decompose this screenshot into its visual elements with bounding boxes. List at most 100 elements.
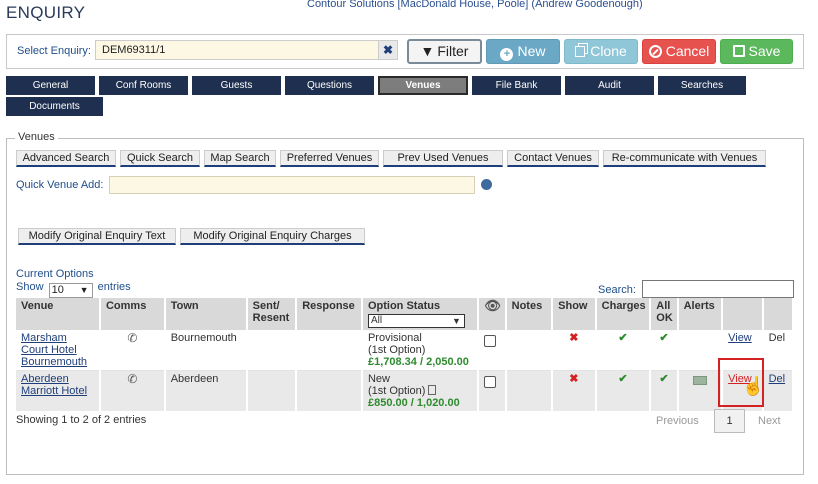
- town-cell: Aberdeen: [164, 370, 248, 411]
- visibility-checkbox[interactable]: [484, 335, 497, 347]
- previous-page-button[interactable]: Previous: [656, 415, 699, 427]
- tab-general[interactable]: General: [6, 76, 95, 95]
- price-text: £850.00 / 1,020.00: [367, 397, 460, 409]
- delete-link[interactable]: Del: [769, 373, 786, 385]
- col-town[interactable]: Town: [164, 298, 248, 330]
- col-sent[interactable]: Sent/ Resent: [246, 298, 298, 330]
- col-alerts[interactable]: Alerts: [677, 298, 724, 330]
- col-show[interactable]: Show: [552, 298, 597, 330]
- quick-venue-add-input[interactable]: [109, 176, 475, 194]
- tab-conf-rooms[interactable]: Conf Rooms: [99, 76, 188, 95]
- chevron-down-icon: ▼: [79, 285, 89, 295]
- status-filter-select[interactable]: All ▼: [367, 314, 465, 328]
- document-icon[interactable]: [428, 385, 437, 395]
- map-search-button[interactable]: Map Search: [204, 150, 276, 167]
- col-response[interactable]: Response: [296, 298, 363, 330]
- check-icon: ✔: [595, 370, 652, 411]
- advanced-search-button[interactable]: Advanced Search: [16, 150, 116, 167]
- option-status-cell: Provisional (1st Option) £1,708.34 / 2,0…: [361, 330, 480, 371]
- tab-audit[interactable]: Audit: [565, 76, 654, 95]
- new-label: New: [517, 43, 546, 59]
- notes-cell: [505, 330, 554, 371]
- cancel-button[interactable]: Cancel: [642, 39, 716, 64]
- delete-link[interactable]: Del: [769, 332, 786, 344]
- option-status-cell: New (1st Option) £850.00 / 1,020.00: [361, 370, 480, 411]
- tab-file-bank[interactable]: File Bank: [472, 76, 561, 95]
- search-label: Search:: [598, 284, 636, 296]
- new-button[interactable]: + New: [486, 39, 560, 64]
- page-title: ENQUIRY: [6, 3, 86, 22]
- table-header: Venue Comms Town Sent/ Resent Response O…: [16, 298, 795, 330]
- town-cell: Bournemouth: [164, 330, 248, 371]
- venue-link[interactable]: Aberdeen Marriott Hotel: [21, 373, 87, 397]
- option-text: (1st Option): [367, 344, 426, 356]
- chevron-down-icon: ▼: [452, 316, 461, 326]
- save-button[interactable]: Save: [720, 39, 793, 64]
- col-comms[interactable]: Comms: [99, 298, 166, 330]
- save-label: Save: [748, 43, 781, 59]
- tab-guests[interactable]: Guests: [192, 76, 281, 95]
- save-icon: [732, 45, 745, 57]
- notes-cell: [505, 370, 554, 411]
- col-venue[interactable]: Venue: [16, 298, 101, 330]
- quick-venue-add-label: Quick Venue Add:: [16, 179, 104, 191]
- close-icon[interactable]: ✖: [378, 40, 398, 60]
- tab-questions[interactable]: Questions: [285, 76, 374, 95]
- cross-icon: ✖: [552, 370, 597, 411]
- filter-icon: ▼: [420, 43, 435, 59]
- col-all-ok[interactable]: All OK: [650, 298, 679, 330]
- col-charges[interactable]: Charges: [595, 298, 652, 330]
- recommunicate-venues-button[interactable]: Re-communicate with Venues: [603, 150, 766, 167]
- visibility-checkbox[interactable]: [484, 376, 497, 388]
- quick-search-button[interactable]: Quick Search: [120, 150, 200, 167]
- table-row: Aberdeen Marriott Hotel ✆ Aberdeen New (…: [16, 370, 795, 411]
- filter-label: Filter: [437, 43, 469, 59]
- show-label: Show: [16, 281, 44, 293]
- preferred-venues-button[interactable]: Preferred Venues: [280, 150, 379, 167]
- check-icon: ✔: [650, 330, 679, 371]
- col-visibility[interactable]: 👁: [478, 298, 507, 330]
- sent-cell: [246, 330, 298, 371]
- tab-searches[interactable]: Searches: [658, 76, 746, 95]
- page-size-value: 10: [51, 284, 64, 296]
- copy-icon: [575, 46, 586, 57]
- page-size-select[interactable]: 10 ▼: [48, 283, 93, 298]
- email-alert-icon[interactable]: [692, 376, 707, 385]
- enquiry-input[interactable]: DEM69311/1: [95, 40, 380, 60]
- alerts-cell: [677, 330, 724, 371]
- globe-icon[interactable]: [481, 179, 492, 190]
- modify-enquiry-text-button[interactable]: Modify Original Enquiry Text: [18, 228, 176, 245]
- venue-options-table: Venue Comms Town Sent/ Resent Response O…: [16, 298, 795, 411]
- cross-icon: ✖: [552, 330, 597, 371]
- col-view: [722, 298, 764, 330]
- venues-legend: Venues: [15, 131, 58, 143]
- page-1-button[interactable]: 1: [714, 409, 745, 433]
- col-option-status[interactable]: Option Status All ▼: [361, 298, 480, 330]
- venue-link[interactable]: Marsham Court Hotel Bournemouth: [21, 332, 87, 368]
- col-notes[interactable]: Notes: [505, 298, 554, 330]
- view-link[interactable]: View: [728, 332, 752, 344]
- tab-documents[interactable]: Documents: [6, 97, 103, 116]
- ban-icon: [648, 45, 662, 58]
- tab-venues[interactable]: Venues: [378, 76, 468, 95]
- select-enquiry-label: Select Enquiry:: [17, 45, 91, 57]
- next-page-button[interactable]: Next: [758, 415, 781, 427]
- cancel-label: Cancel: [665, 43, 710, 59]
- check-icon: ✔: [595, 330, 652, 371]
- company-user-line: Contour Solutions [MacDonald House, Pool…: [307, 0, 643, 10]
- prev-used-venues-button[interactable]: Prev Used Venues: [383, 150, 503, 167]
- col-del: [762, 298, 795, 330]
- price-text: £1,708.34 / 2,050.00: [367, 356, 469, 368]
- show-entries-control: Show 10 ▼ entries: [16, 281, 131, 298]
- table-info: Showing 1 to 2 of 2 entries: [16, 414, 147, 426]
- modify-enquiry-charges-button[interactable]: Modify Original Enquiry Charges: [180, 228, 365, 245]
- clone-button[interactable]: Clone: [564, 39, 638, 64]
- hand-cursor-icon: ☝: [742, 376, 765, 396]
- search-input[interactable]: [642, 280, 794, 298]
- filter-button[interactable]: ▼ Filter: [407, 39, 482, 64]
- check-icon: ✔: [650, 370, 679, 411]
- status-text: Provisional: [367, 332, 422, 344]
- phone-icon[interactable]: ✆: [99, 330, 166, 371]
- contact-venues-button[interactable]: Contact Venues: [507, 150, 599, 167]
- phone-icon[interactable]: ✆: [99, 370, 166, 411]
